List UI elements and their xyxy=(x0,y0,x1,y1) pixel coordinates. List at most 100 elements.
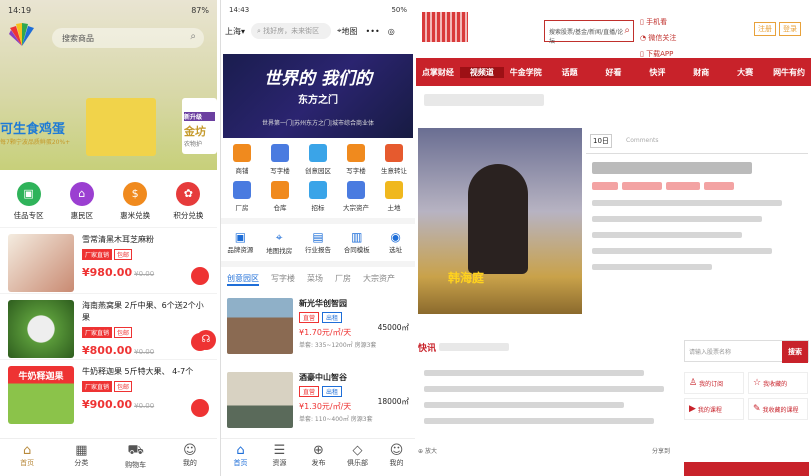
status-battery: 50% xyxy=(391,6,407,14)
grid-item[interactable]: 招标 xyxy=(299,181,337,212)
status-time: 14:19 xyxy=(8,5,32,15)
category-row: ▣ 佳品专区 ⌂ 惠民区 $ 惠米兑换 ✿ 积分兑换 xyxy=(0,170,217,227)
nav-label: 我的 xyxy=(182,459,197,467)
listing-item[interactable]: 新光华创智园 直营 出租 ¥1.70元/㎡/天 45000㎡ 单套: 335~12… xyxy=(221,292,415,366)
nav-resources[interactable]: ☰ 资源 xyxy=(260,439,299,476)
service-item[interactable]: ⌖ 地图找房 xyxy=(260,230,298,255)
map-button[interactable]: 地图 xyxy=(342,26,358,37)
nav-item[interactable]: 快评 xyxy=(635,67,679,78)
product-tag: 厂家直销 xyxy=(82,381,113,392)
nav-item[interactable]: 话题 xyxy=(548,67,592,78)
shortcut-button[interactable]: ▶ 我的课程 xyxy=(684,398,744,420)
service-item[interactable]: ◉ 选址 xyxy=(377,230,415,255)
stock-search-input[interactable]: 请输入股票名称 搜索 xyxy=(684,340,809,363)
shortcut-button[interactable]: ☆ 我收藏的 xyxy=(748,372,808,394)
article-comments[interactable]: Comments xyxy=(626,137,659,144)
tab-factory[interactable]: 厂房 xyxy=(335,273,351,286)
product-tag: 包邮 xyxy=(114,249,133,260)
nav-item[interactable]: 视频道 xyxy=(459,66,504,78)
product-card[interactable]: 雪常清黑木耳芝麻粉 厂家直销 包邮 ¥980.00 ¥0.00 xyxy=(0,227,217,293)
grid-item[interactable]: 写字楼 xyxy=(337,144,375,175)
tab-bulk-asset[interactable]: 大宗资产 xyxy=(363,273,395,286)
listing-sub: 单套: 110~400㎡ 房源3套 xyxy=(299,416,373,423)
shop-icon xyxy=(233,144,251,162)
site-nav: 点掌财经 视频道 牛金学院 话题 好看 快评 财商 大赛 网牛有约 xyxy=(416,58,811,86)
tab-creative-park[interactable]: 创意园区 xyxy=(227,273,259,286)
product-card[interactable]: 海南燕窝果 2斤中果、6个送2个小果 厂家直销 包邮 ¥800.00 ¥0.00 xyxy=(0,293,217,359)
listing-item[interactable]: 酒豪中山智谷 直营 出租 ¥1.30元/㎡/天 18000㎡ 单套: 110~40… xyxy=(221,366,415,440)
nav-profile[interactable]: ☺ 我的 xyxy=(163,439,217,476)
share-button[interactable]: 分享到 xyxy=(652,446,670,455)
category-item[interactable]: ✿ 积分兑换 xyxy=(163,182,213,221)
nav-profile[interactable]: ☺ 我的 xyxy=(377,439,415,476)
shortcut-button[interactable]: ♙ 我的订阅 xyxy=(684,372,744,394)
scan-icon[interactable]: ◎ xyxy=(388,27,395,36)
search-input[interactable]: 搜索商品 ⌕ xyxy=(52,28,204,48)
service-item[interactable]: ▥ 合同模板 xyxy=(338,230,376,255)
service-label: 行业报告 xyxy=(304,246,331,254)
tag[interactable] xyxy=(704,182,734,190)
city-selector[interactable]: 上海 xyxy=(225,26,241,37)
nav-item[interactable]: 好看 xyxy=(592,67,636,78)
product-card[interactable]: 牛奶释迦果 牛奶释迦果 5斤特大果、 4-7个 厂家直销 包邮 ¥900.00 ¥0… xyxy=(0,359,217,425)
product-info: 海南燕窝果 2斤中果、6个送2个小果 厂家直销 包邮 ¥800.00 ¥0.00 xyxy=(74,300,209,357)
grid-item[interactable]: 厂房 xyxy=(223,181,261,212)
grid-item[interactable]: 生意转让 xyxy=(375,144,413,175)
nav-cart[interactable]: ⛟ 购物车 xyxy=(109,439,163,476)
nav-label: 首页 xyxy=(20,459,35,467)
hero-banner[interactable]: 世界的 我们的 东方之门 世界第一门|苏州东方之门|城市综合商业体 xyxy=(223,54,413,138)
shortcut-button[interactable]: ✎ 我收藏的课程 xyxy=(748,398,808,420)
nav-item[interactable]: 财商 xyxy=(679,67,723,78)
side-banner-tag: 新升级 xyxy=(184,112,215,121)
nav-item[interactable]: 牛金学院 xyxy=(504,67,548,78)
office-icon xyxy=(271,144,289,162)
nav-home[interactable]: ⌂ 首页 xyxy=(221,439,260,476)
grid-item[interactable]: 仓库 xyxy=(261,181,299,212)
service-item[interactable]: ▤ 行业报告 xyxy=(299,230,337,255)
news-headline[interactable] xyxy=(439,343,510,351)
nav-home[interactable]: ⌂ 首页 xyxy=(0,439,54,476)
top-link[interactable]: ▯ 下载APP xyxy=(640,46,676,62)
video-player[interactable]: 韩海庭 xyxy=(418,128,582,314)
nav-label: 我的 xyxy=(389,459,404,467)
site-search-input[interactable]: 搜索股票/基金/新闻/直播/论坛 ⌕ xyxy=(544,20,634,45)
promo-banner[interactable]: 可生食鸡蛋 每7颗宁波品质鲜蛋20%+ 新升级 金坊 农物护 xyxy=(0,82,217,168)
grid-item[interactable]: 写字楼 xyxy=(261,144,299,175)
nav-publish[interactable]: ⊕ 发布 xyxy=(299,439,338,476)
category-item[interactable]: $ 惠米兑换 xyxy=(110,182,160,221)
nav-club[interactable]: ◇ 俱乐部 xyxy=(338,439,377,476)
tab-office[interactable]: 写字楼 xyxy=(271,273,295,286)
service-item[interactable]: ▣ 品牌资源 xyxy=(221,230,259,255)
headset-icon[interactable]: ☊ xyxy=(196,330,216,350)
more-icon[interactable]: ••• xyxy=(366,27,380,36)
grid-item[interactable]: 大宗资产 xyxy=(337,181,375,212)
tab-market[interactable]: 菜场 xyxy=(307,273,323,286)
nav-item[interactable]: 大赛 xyxy=(723,67,767,78)
grid-item[interactable]: 土地 xyxy=(375,181,413,212)
nav-item[interactable]: 点掌财经 xyxy=(416,67,460,78)
grid-item[interactable]: 创意园区 xyxy=(299,144,337,175)
site-logo[interactable] xyxy=(422,12,468,42)
category-item[interactable]: ▣ 佳品专区 xyxy=(4,182,54,221)
service-label: 合同模板 xyxy=(343,246,370,254)
login-button[interactable]: 登录 xyxy=(779,22,801,36)
nav-item[interactable]: 网牛有约 xyxy=(767,67,811,78)
tag[interactable] xyxy=(592,182,618,190)
stock-search-button[interactable]: 搜索 xyxy=(782,341,808,363)
search-placeholder: 搜索股票/基金/新闻/直播/论坛 xyxy=(549,29,624,45)
search-input[interactable]: ⌕ 找好房，未来街区 xyxy=(251,23,332,39)
top-link[interactable]: ◔ 微信关注 xyxy=(640,30,676,46)
search-icon[interactable]: ⌕ xyxy=(624,25,630,36)
product-image: 牛奶释迦果 xyxy=(8,366,74,424)
register-button[interactable]: 注册 xyxy=(754,22,776,36)
tag[interactable] xyxy=(666,182,700,190)
add-to-cart-button[interactable] xyxy=(191,399,209,417)
nav-category[interactable]: ▦ 分类 xyxy=(54,439,108,476)
tag[interactable] xyxy=(622,182,662,190)
search-icon[interactable]: ⌕ xyxy=(190,31,196,42)
grid-item[interactable]: 商铺 xyxy=(223,144,261,175)
category-item[interactable]: ⌂ 惠民区 xyxy=(57,182,107,221)
add-to-cart-button[interactable] xyxy=(191,267,209,285)
top-link[interactable]: ▯ 手机看 xyxy=(640,14,676,30)
zoom-button[interactable]: 放大 xyxy=(425,448,437,455)
